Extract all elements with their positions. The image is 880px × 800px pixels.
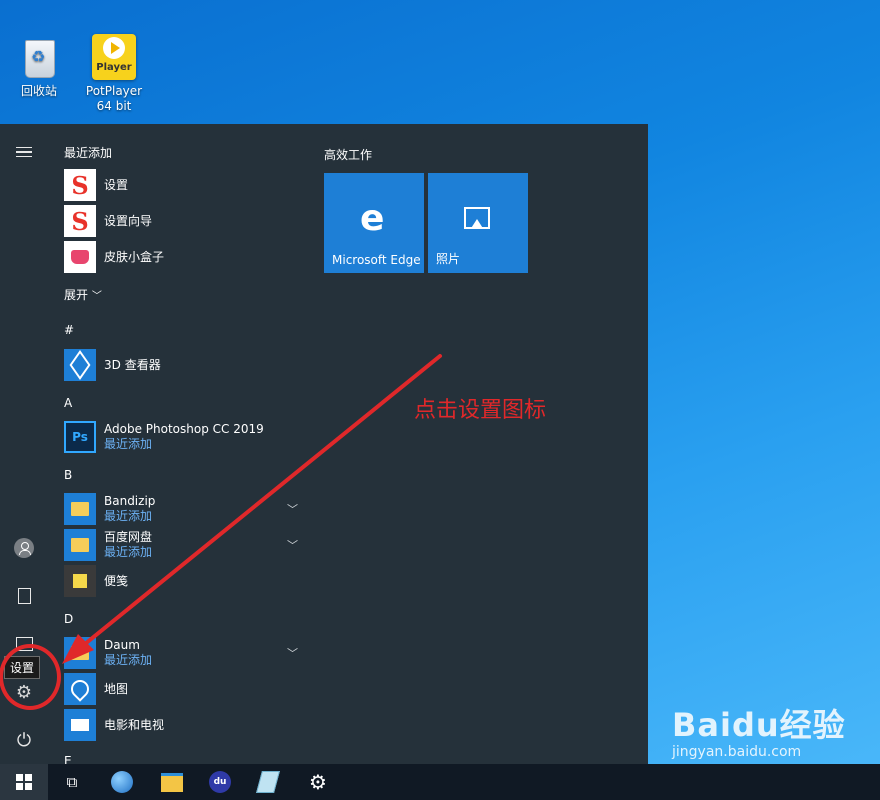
tile-microsoft-edge[interactable]: e Microsoft Edge — [324, 173, 424, 273]
taskbar-notepad[interactable] — [244, 764, 292, 800]
recently-added-header: 最近添加 — [64, 146, 113, 160]
app-list: 最近添加 设置 设置向导 皮肤小盒子 展开 ﹀ # 3D 查看器 A Ps Ad… — [48, 124, 304, 764]
app-name: 设置向导 — [104, 213, 153, 228]
app-name: Daum — [104, 638, 140, 652]
section-letter-d[interactable]: D — [64, 612, 73, 626]
app-name: Bandizip — [104, 494, 156, 508]
section-letter-a[interactable]: A — [64, 396, 72, 410]
section-letter-hash[interactable]: # — [64, 323, 74, 337]
app-subtitle: 最近添加 — [104, 509, 153, 523]
app-subtitle: 最近添加 — [104, 545, 153, 559]
browser-globe-icon — [111, 771, 133, 793]
folder-icon — [64, 637, 96, 669]
app-item-bandizip[interactable]: Bandizip 最近添加 ﹀ — [64, 492, 304, 526]
folder-icon — [64, 493, 96, 525]
app-item-photoshop[interactable]: Ps Adobe Photoshop CC 2019 最近添加 — [64, 420, 304, 454]
app-item-maps[interactable]: 地图 — [64, 672, 304, 706]
app-item-skin-box[interactable]: 皮肤小盒子 — [64, 240, 304, 274]
app-item-daum[interactable]: Daum 最近添加 ﹀ — [64, 636, 304, 670]
windows-logo-icon — [16, 774, 32, 790]
recycle-bin-icon — [17, 34, 61, 80]
hamburger-menu-button[interactable] — [0, 132, 48, 172]
settings-gear-icon: ⚙ — [309, 770, 327, 794]
watermark-logo: Baidu经验 — [672, 706, 846, 744]
app-item-movies-tv[interactable]: 电影和电视 — [64, 708, 304, 742]
watermark-url: jingyan.baidu.com — [672, 744, 802, 760]
app-subtitle: 最近添加 — [104, 437, 153, 451]
desktop-icon-label: PotPlayer 64 bit — [85, 84, 143, 113]
photos-icon — [464, 207, 490, 229]
sogou-icon — [64, 169, 96, 201]
baidu-jingyan-watermark: Baidu经验 jingyan.baidu.com — [672, 700, 846, 760]
desktop-icon-potplayer[interactable]: Player PotPlayer 64 bit — [79, 34, 149, 114]
desktop-icon-label: 回收站 — [20, 84, 57, 98]
chevron-down-icon[interactable]: ﹀ — [287, 537, 298, 553]
chevron-down-icon[interactable]: ﹀ — [287, 501, 298, 517]
app-subtitle: 最近添加 — [104, 653, 153, 667]
app-item-sticky-notes[interactable]: 便笺 — [64, 564, 304, 598]
app-item-3d-viewer[interactable]: 3D 查看器 — [64, 348, 304, 382]
document-icon — [17, 588, 31, 604]
annotation-text: 点击设置图标 — [414, 398, 547, 423]
chevron-down-icon: ﹀ — [91, 291, 102, 302]
taskbar-file-explorer[interactable] — [148, 764, 196, 800]
app-item-settings-sogou[interactable]: 设置 — [64, 168, 304, 202]
user-account-button[interactable] — [0, 528, 48, 568]
chevron-down-icon[interactable]: ﹀ — [287, 645, 298, 661]
user-avatar-icon — [14, 538, 34, 558]
baidu-icon: du — [209, 771, 231, 793]
sogou-icon — [64, 205, 96, 237]
maps-icon — [64, 673, 96, 705]
tile-photos[interactable]: 照片 — [428, 173, 528, 273]
file-explorer-icon — [161, 772, 183, 792]
app-name: 便笺 — [104, 573, 129, 588]
app-name: 百度网盘 — [104, 530, 153, 544]
app-item-baidu-netdisk[interactable]: 百度网盘 最近添加 ﹀ — [64, 528, 304, 562]
taskbar-settings[interactable]: ⚙ — [294, 764, 342, 800]
task-view-icon: ⧉ — [66, 773, 78, 791]
taskbar-baidu[interactable]: du — [196, 764, 244, 800]
start-menu-rail: ⚙ ⏻ 设置 — [0, 124, 61, 764]
start-button[interactable] — [0, 764, 48, 800]
app-name: Adobe Photoshop CC 2019 — [104, 422, 264, 436]
app-name: 3D 查看器 — [104, 357, 161, 372]
taskbar-browser[interactable] — [98, 764, 146, 800]
sticky-notes-icon — [64, 565, 96, 597]
film-icon — [64, 709, 96, 741]
app-name: 皮肤小盒子 — [104, 249, 165, 264]
start-menu: ⚙ ⏻ 设置 最近添加 设置 设置向导 皮肤小盒子 展开 ﹀ # 3D 查看器 — [0, 124, 648, 764]
tile-label: Microsoft Edge — [332, 253, 421, 267]
3d-viewer-icon — [64, 349, 96, 381]
edge-icon: e — [360, 198, 385, 239]
taskbar: ⧉ du ⚙ — [0, 764, 880, 800]
documents-button[interactable] — [0, 576, 48, 616]
app-item-setup-wizard[interactable]: 设置向导 — [64, 204, 304, 238]
tile-label: 照片 — [436, 252, 461, 266]
app-name: 地图 — [104, 681, 129, 696]
section-letter-b[interactable]: B — [64, 468, 72, 482]
task-view-button[interactable]: ⧉ — [48, 764, 96, 800]
photoshop-icon: Ps — [64, 421, 96, 453]
desktop-icon-recycle-bin[interactable]: 回收站 — [4, 34, 74, 99]
expand-button[interactable]: 展开 ﹀ — [64, 286, 102, 303]
app-name: 设置 — [104, 177, 129, 192]
power-button[interactable]: ⏻ — [0, 720, 48, 760]
notepad-icon — [256, 771, 280, 793]
potplayer-icon: Player — [92, 34, 136, 80]
skin-box-icon — [64, 241, 96, 273]
section-letter-e[interactable]: E — [64, 754, 72, 764]
app-name: 电影和电视 — [104, 717, 165, 732]
folder-icon — [64, 529, 96, 561]
hamburger-icon — [16, 144, 32, 161]
power-icon: ⏻ — [16, 729, 32, 751]
tiles-group-header: 高效工作 — [324, 148, 373, 162]
